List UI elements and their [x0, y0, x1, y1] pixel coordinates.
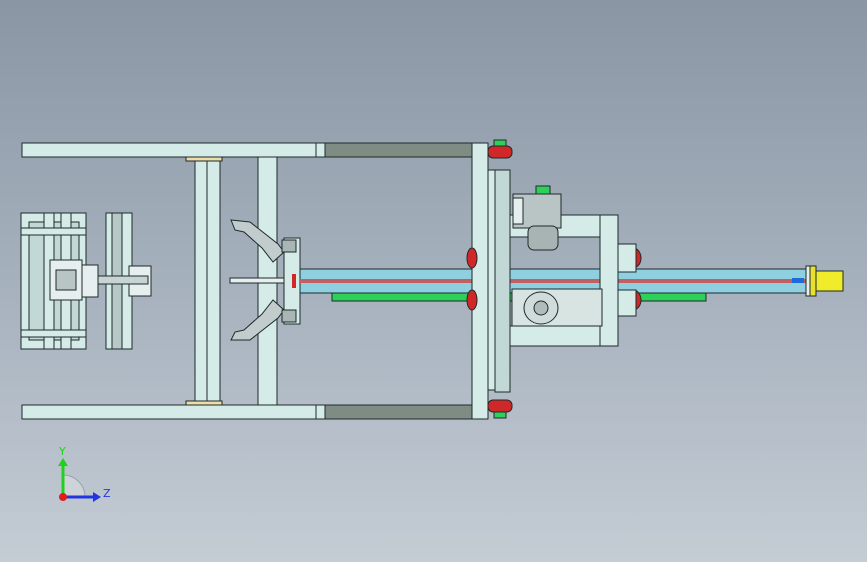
- top-rail: [21, 142, 317, 158]
- cad-viewport[interactable]: Y Z: [0, 0, 867, 562]
- gripper-bracket-bottom: [281, 309, 297, 323]
- roller-bottom-green: [493, 411, 507, 419]
- tip-yellow-flange: [809, 265, 817, 297]
- triad-quadrant: [62, 474, 86, 498]
- flywheel-shaft: [97, 275, 149, 285]
- z-axis-label: Z: [103, 487, 111, 500]
- roller-bottom: [487, 399, 513, 413]
- red-clamp-left-bottom: [466, 289, 478, 311]
- motor-face: [512, 197, 524, 225]
- carriage-plate-left: [471, 142, 489, 420]
- post-cap-top: [185, 156, 223, 162]
- bottom-rail-dark-section: [324, 404, 473, 420]
- top-rail-dark-section: [324, 142, 473, 158]
- cross-post-left-inner: [206, 156, 221, 406]
- roller-top-green: [493, 139, 507, 147]
- bottom-rail-end: [315, 404, 326, 420]
- tip-yellow: [812, 270, 844, 292]
- gripper-red-marker: [292, 274, 296, 288]
- shaft-rod: [300, 279, 806, 283]
- coupling: [81, 264, 99, 298]
- gripper-bracket-top: [281, 239, 297, 253]
- bracket-right-bottom: [617, 289, 637, 317]
- carriage-arm-right: [599, 214, 619, 347]
- top-rail-end: [315, 142, 326, 158]
- y-axis-arrowhead: [58, 458, 68, 466]
- gear-motor-wheel-hub: [533, 300, 549, 316]
- y-axis-label: Y: [58, 445, 66, 458]
- motor-can: [527, 225, 559, 251]
- left-hub-core: [55, 269, 77, 291]
- red-clamp-left-top: [466, 247, 478, 269]
- carriage-block: [494, 169, 511, 393]
- axis-triad: Y Z: [58, 445, 111, 502]
- z-axis-arrowhead: [93, 492, 101, 502]
- left-housing-bar-top: [20, 227, 87, 236]
- roller-top: [487, 145, 513, 159]
- x-axis-dot: [59, 493, 67, 501]
- shaft-tip-blue: [792, 278, 804, 283]
- mechanism-drawing: Y Z: [20, 139, 844, 502]
- bracket-right-top: [617, 243, 637, 273]
- post-cap-bottom: [185, 400, 223, 406]
- motor-top-green: [535, 185, 551, 195]
- bottom-rail: [21, 404, 317, 420]
- left-housing-bar-bottom: [20, 329, 87, 338]
